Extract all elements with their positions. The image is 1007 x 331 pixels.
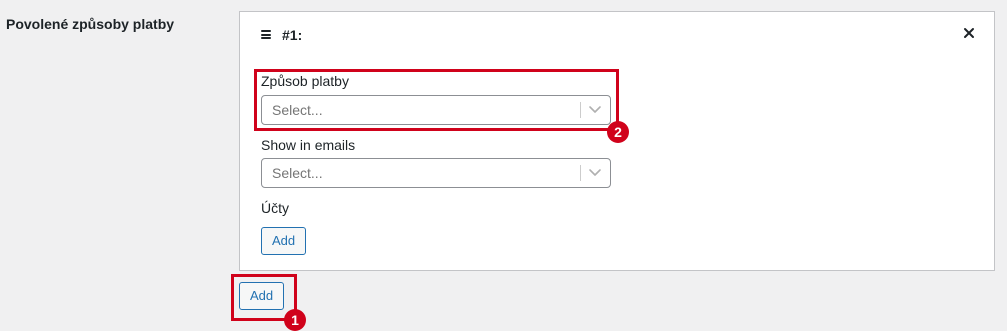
accounts-label: Účty xyxy=(261,200,289,216)
show-in-emails-label: Show in emails xyxy=(261,137,356,153)
drag-handle-icon[interactable] xyxy=(261,30,271,39)
repeater-row-header: #1: xyxy=(240,12,994,56)
close-icon[interactable] xyxy=(962,26,976,40)
chevron-down-icon[interactable] xyxy=(588,167,602,179)
annotation-badge-2: 2 xyxy=(607,121,629,143)
field-label: Povolené způsoby platby xyxy=(6,16,175,32)
show-in-emails-placeholder: Select... xyxy=(272,165,323,181)
add-account-button[interactable]: Add xyxy=(261,227,307,255)
show-in-emails-select[interactable]: Select... xyxy=(261,158,611,188)
select-separator xyxy=(580,165,581,181)
annotation-badge-1: 1 xyxy=(284,309,306,331)
row-title: #1: xyxy=(282,27,303,43)
annotation-highlight-2 xyxy=(254,69,619,131)
